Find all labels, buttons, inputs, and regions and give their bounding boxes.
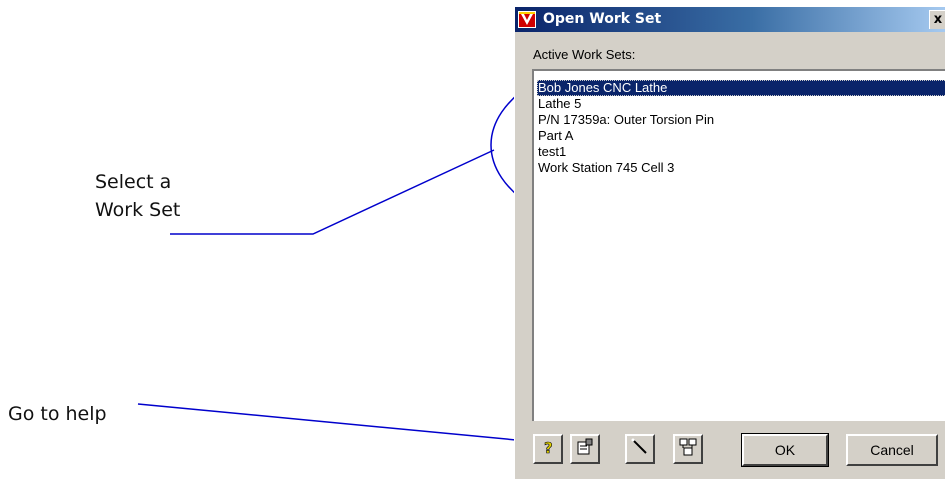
dialog-title: Open Work Set bbox=[543, 11, 662, 27]
properties-icon bbox=[576, 438, 594, 461]
help-callout-line bbox=[137, 403, 549, 444]
list-item[interactable]: Bob Jones CNC Lathe bbox=[537, 80, 945, 96]
hierarchy-button[interactable] bbox=[673, 434, 703, 464]
wand-icon bbox=[631, 438, 649, 461]
active-work-sets-label: Active Work Sets: bbox=[533, 47, 636, 62]
list-item[interactable]: Work Station 745 Cell 3 bbox=[537, 160, 945, 176]
list-item[interactable]: Part A bbox=[537, 128, 945, 144]
ok-button[interactable]: OK bbox=[741, 433, 829, 467]
work-set-list[interactable]: Bob Jones CNC Lathe Lathe 5 P/N 17359a: Ou… bbox=[532, 69, 945, 421]
hierarchy-icon bbox=[679, 438, 697, 461]
close-icon: x bbox=[933, 12, 943, 27]
close-button[interactable]: x bbox=[929, 10, 945, 29]
cancel-button[interactable]: Cancel bbox=[846, 434, 938, 466]
app-logo-icon bbox=[518, 11, 536, 28]
select-work-set-annotation: Select a Work Set bbox=[95, 168, 180, 224]
title-bar[interactable]: Open Work Set x bbox=[515, 7, 945, 32]
open-work-set-dialog: Open Work Set x Active Work Sets: Bob Jo… bbox=[514, 6, 945, 479]
properties-button[interactable] bbox=[570, 434, 600, 464]
go-to-help-annotation: Go to help bbox=[8, 403, 107, 425]
list-item[interactable]: Lathe 5 bbox=[537, 96, 945, 112]
annotation-line-2: Work Set bbox=[95, 199, 181, 221]
help-button[interactable]: ? bbox=[533, 434, 563, 464]
svg-text:?: ? bbox=[544, 439, 553, 456]
list-item[interactable]: P/N 17359a: Outer Torsion Pin bbox=[537, 112, 945, 128]
select-callout-line bbox=[170, 149, 495, 235]
help-icon: ? bbox=[541, 438, 555, 461]
wizard-button[interactable] bbox=[625, 434, 655, 464]
list-item[interactable]: test1 bbox=[537, 144, 945, 160]
annotation-line-1: Select a bbox=[95, 171, 172, 193]
